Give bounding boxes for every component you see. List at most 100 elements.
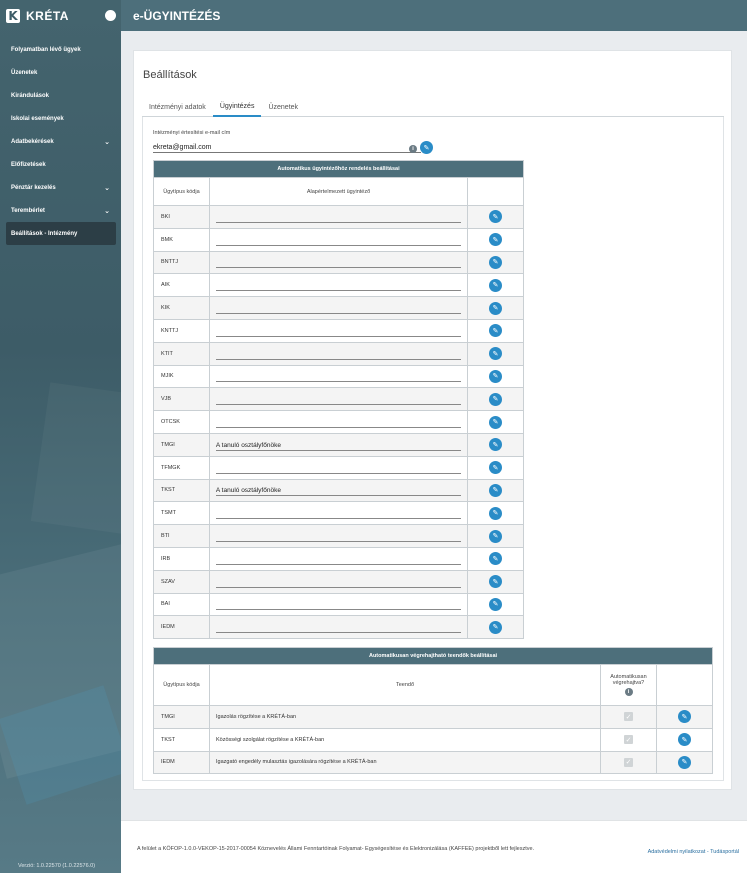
edit-button[interactable]: ✎ bbox=[489, 483, 503, 497]
default-admin-field[interactable] bbox=[215, 256, 462, 269]
default-admin-field[interactable] bbox=[215, 393, 462, 406]
type-code: MJIK bbox=[153, 364, 210, 389]
type-code: IEDM bbox=[153, 615, 210, 640]
edit-button[interactable]: ✎ bbox=[489, 392, 503, 406]
tab-messages[interactable]: Üzenetek bbox=[261, 97, 305, 117]
auto-cell: ✓ bbox=[600, 750, 657, 775]
tab-institution-data[interactable]: Intézményi adatok bbox=[142, 97, 213, 117]
table-row: BNTTJ ✎ bbox=[153, 250, 524, 275]
sidebar-item[interactable]: Folyamatban lévő ügyek bbox=[6, 38, 116, 61]
auto-cell: ✓ bbox=[600, 705, 657, 729]
actions-cell: ✎ bbox=[467, 273, 524, 298]
tab-administration[interactable]: Ügyintézés bbox=[212, 97, 262, 117]
actions-cell: ✎ bbox=[467, 615, 524, 640]
sidebar-toggle-button[interactable] bbox=[105, 10, 116, 21]
default-admin-field[interactable]: A tanuló osztályfőnöke bbox=[215, 439, 462, 451]
default-admin-field[interactable] bbox=[215, 462, 462, 474]
sidebar-item[interactable]: Pénztár kezelés ⌄ bbox=[6, 176, 116, 199]
default-admin-field[interactable] bbox=[215, 598, 462, 611]
sidebar-item[interactable]: Kirándulások bbox=[6, 84, 116, 107]
default-admin-field[interactable] bbox=[215, 234, 462, 246]
auto-checkbox[interactable]: ✓ bbox=[624, 735, 633, 745]
footer: A felület a KÖFOP-1.0.0-VEKOP-15-2017-00… bbox=[121, 820, 747, 873]
brand[interactable]: K KRÉTA bbox=[0, 0, 121, 31]
edit-button[interactable]: ✎ bbox=[489, 324, 503, 338]
edit-button[interactable]: ✎ bbox=[489, 255, 503, 269]
auto-table-caption: Automatikusan végrehajtható teendők beál… bbox=[153, 647, 713, 665]
table-row: TKST A tanuló osztályfőnöke ✎ bbox=[153, 478, 524, 503]
email-value: ekreta@gmail.com bbox=[153, 143, 212, 151]
edit-button[interactable]: ✎ bbox=[678, 710, 691, 724]
info-icon[interactable]: i bbox=[409, 145, 417, 153]
info-icon[interactable]: i bbox=[624, 688, 633, 696]
table-row: BAI ✎ bbox=[153, 592, 524, 617]
auto-checkbox[interactable]: ✓ bbox=[624, 712, 633, 722]
default-admin-field[interactable]: A tanuló osztályfőnöke bbox=[215, 484, 462, 497]
type-code: BNTTJ bbox=[153, 250, 210, 275]
default-admin-field[interactable] bbox=[215, 211, 462, 223]
sidebar-item[interactable]: Adatbekérések ⌄ bbox=[6, 130, 116, 153]
default-admin-cell: A tanuló osztályfőnöke bbox=[208, 432, 469, 457]
email-field[interactable]: ekreta@gmail.com bbox=[153, 142, 421, 153]
edit-button[interactable]: ✎ bbox=[489, 597, 503, 611]
sidebar-item[interactable]: Iskolai események bbox=[6, 107, 116, 130]
default-admin-cell bbox=[208, 205, 469, 229]
edit-button[interactable]: ✎ bbox=[489, 210, 503, 224]
edit-button[interactable]: ✎ bbox=[678, 755, 691, 769]
default-admin-field[interactable] bbox=[215, 576, 462, 588]
edit-button[interactable]: ✎ bbox=[678, 733, 691, 747]
main-card: Beállítások Intézményi adatok Ügyintézés… bbox=[133, 50, 732, 790]
col-header-actions bbox=[467, 177, 524, 206]
default-admin-cell bbox=[208, 341, 469, 366]
edit-button[interactable]: ✎ bbox=[489, 461, 503, 475]
chevron-down-icon: ⌄ bbox=[104, 137, 110, 146]
default-admin-field[interactable] bbox=[215, 348, 462, 360]
table-row: TSMT ✎ bbox=[153, 501, 524, 526]
default-admin-field[interactable] bbox=[215, 621, 462, 634]
edit-button[interactable]: ✎ bbox=[489, 506, 503, 520]
actions-cell: ✎ bbox=[656, 705, 713, 729]
edit-button[interactable]: ✎ bbox=[489, 369, 503, 383]
default-admin-field[interactable] bbox=[215, 507, 462, 520]
auto-cell: ✓ bbox=[600, 727, 657, 752]
edit-button[interactable]: ✎ bbox=[489, 278, 503, 292]
default-admin-cell bbox=[208, 410, 469, 434]
actions-cell: ✎ bbox=[467, 387, 524, 412]
sidebar-item[interactable]: Előfizetések bbox=[6, 153, 116, 176]
default-admin-field[interactable] bbox=[215, 302, 462, 315]
default-admin-cell bbox=[208, 455, 469, 480]
table-row: TMGI A tanuló osztályfőnöke ✎ bbox=[153, 432, 524, 457]
table-row: AIK ✎ bbox=[153, 273, 524, 298]
edit-button[interactable]: ✎ bbox=[489, 575, 503, 589]
default-admin-cell bbox=[208, 615, 469, 640]
auto-table: Automatikusan végrehajtható teendők beál… bbox=[153, 647, 713, 775]
default-admin-field[interactable] bbox=[215, 553, 462, 565]
sidebar-item[interactable]: Beállítások - Intézmény bbox=[6, 222, 116, 245]
edit-button[interactable]: ✎ bbox=[489, 552, 503, 566]
default-admin-field[interactable] bbox=[215, 530, 462, 543]
default-admin-field[interactable] bbox=[215, 370, 462, 383]
email-edit-button[interactable]: ✎ bbox=[420, 141, 433, 154]
default-admin-cell: A tanuló osztályfőnöke bbox=[208, 478, 469, 503]
sidebar-item[interactable]: Üzenetek bbox=[6, 61, 116, 84]
edit-button[interactable]: ✎ bbox=[489, 620, 503, 634]
type-code: TSMT bbox=[153, 501, 210, 526]
edit-button[interactable]: ✎ bbox=[489, 415, 503, 429]
sidebar-item[interactable]: Terembérlet ⌄ bbox=[6, 199, 116, 222]
col-header-auto: Automatikusan végrehajtva? i bbox=[600, 664, 657, 706]
default-admin-field[interactable] bbox=[215, 416, 462, 429]
edit-button[interactable]: ✎ bbox=[489, 347, 503, 361]
default-admin-field[interactable] bbox=[215, 325, 462, 337]
edit-button[interactable]: ✎ bbox=[489, 438, 503, 452]
table-row: TFMGK ✎ bbox=[153, 455, 524, 480]
col-header-task: Teendő bbox=[209, 664, 601, 706]
auto-checkbox[interactable]: ✓ bbox=[624, 757, 633, 767]
app-header: e-ÜGYINTÉZÉS bbox=[121, 0, 747, 31]
edit-button[interactable]: ✎ bbox=[489, 233, 503, 247]
edit-button[interactable]: ✎ bbox=[489, 301, 503, 315]
footer-links[interactable]: Adatvédelmi nyilatkozat - Tudásportál bbox=[648, 849, 739, 855]
page-title: Beállítások bbox=[143, 69, 197, 81]
edit-button[interactable]: ✎ bbox=[489, 529, 503, 543]
type-code: TMGI bbox=[153, 705, 210, 729]
default-admin-field[interactable] bbox=[215, 279, 462, 292]
